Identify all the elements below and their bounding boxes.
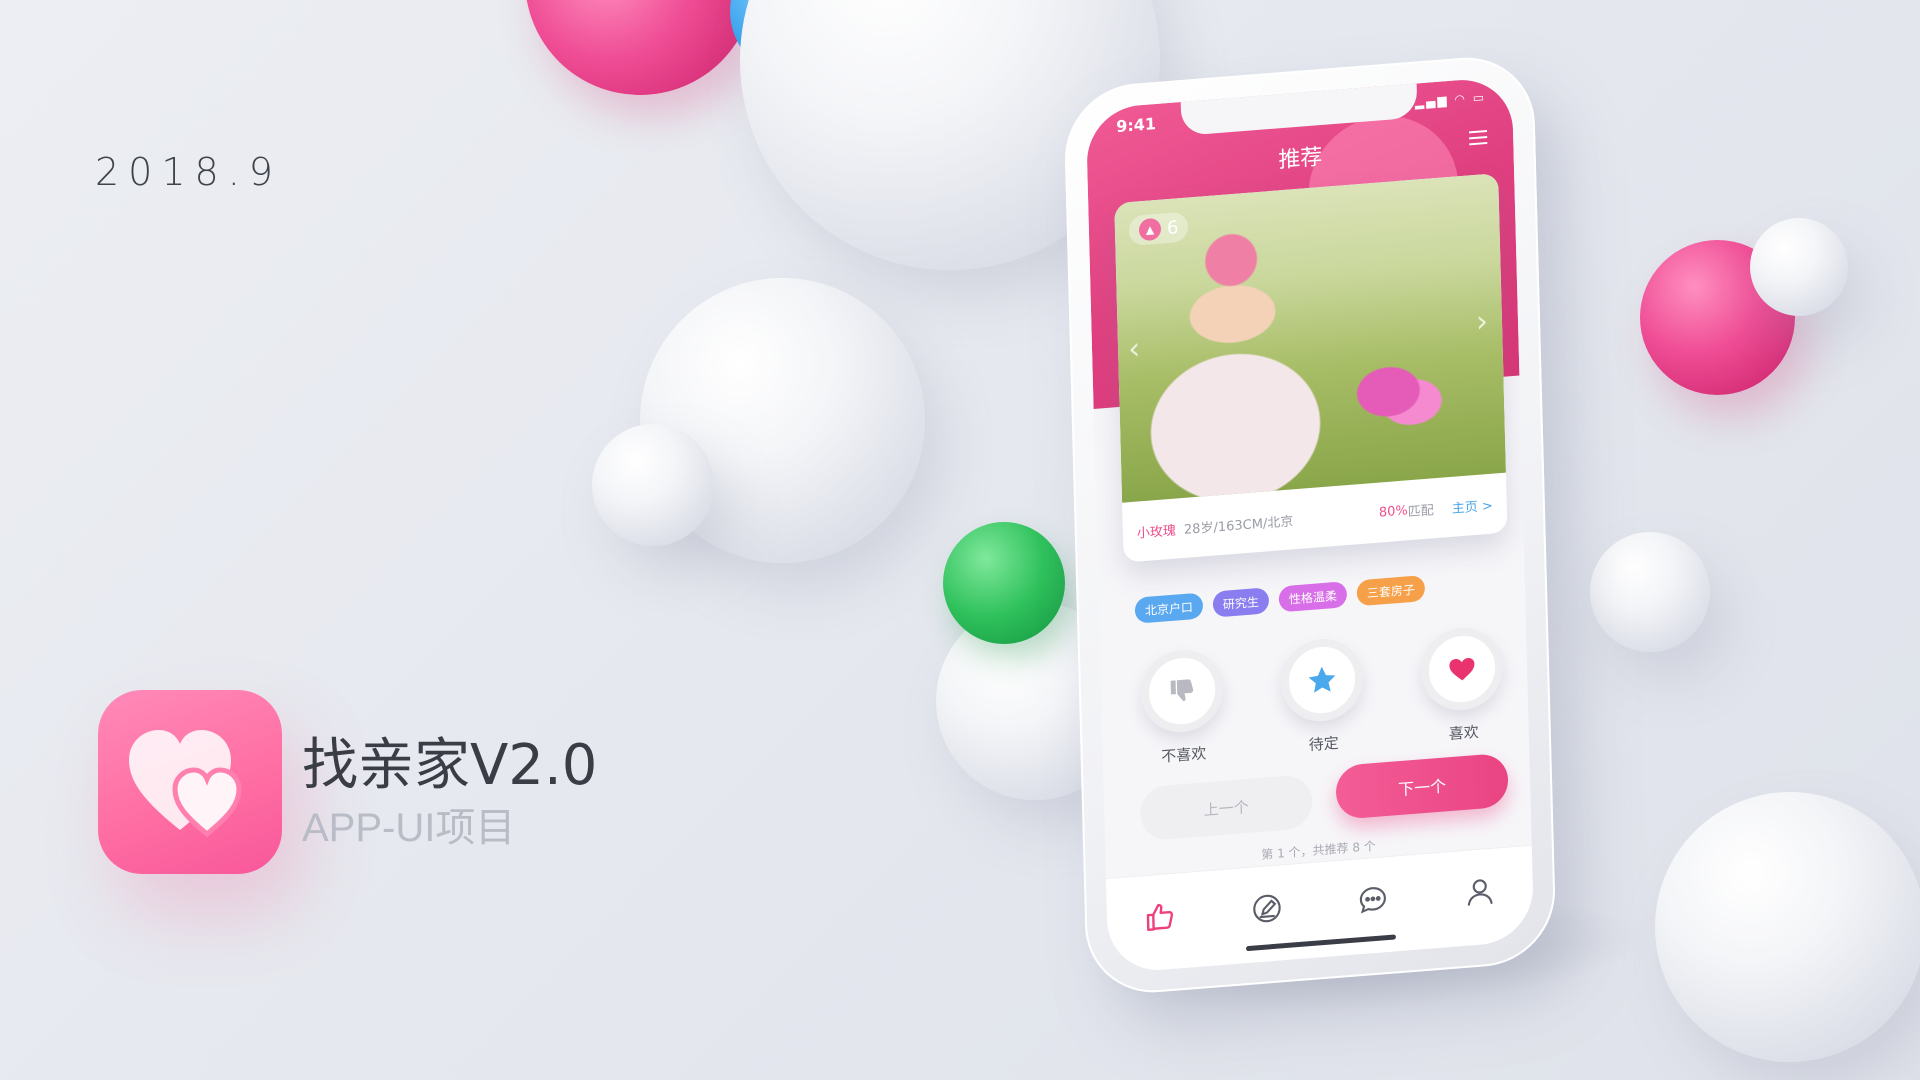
app-title: 找亲家V2.0 [302,733,598,798]
dislike-button[interactable] [1140,646,1225,736]
image-icon: ▲ [1138,217,1162,242]
decor-sphere-white-small [592,424,714,546]
project-date: 2018.9 [95,150,282,194]
next-button[interactable]: 下一个 [1335,752,1509,820]
tag-list: 北京户口 研究生 性格温柔 三套房子 [1134,568,1516,624]
tag-item: 研究生 [1212,587,1270,618]
like-action[interactable]: 喜欢 [1416,624,1509,747]
match-percent: 80% [1378,502,1408,521]
tab-messages[interactable] [1353,879,1394,922]
tab-recommend[interactable] [1140,895,1181,938]
battery-icon: ▭ [1472,90,1487,106]
pending-label: 待定 [1308,733,1339,755]
match-label: 匹配 [1407,502,1434,520]
wifi-icon: ◠ [1454,91,1468,107]
tag-item: 三套房子 [1356,575,1426,607]
action-row: 不喜欢 待定 喜欢 [1136,624,1509,769]
decor-sphere-white-right-mid [1590,532,1710,652]
edit-icon [1252,894,1281,923]
chevron-left-icon[interactable]: ‹ [1128,331,1141,367]
dislike-action[interactable]: 不喜欢 [1136,646,1229,769]
prev-button[interactable]: 上一个 [1139,773,1313,842]
thumbs-down-icon [1170,679,1194,702]
app-subtitle: APP-UI项目 [302,806,516,850]
menu-icon[interactable] [1468,129,1488,146]
decor-sphere-white-right-small [1750,218,1848,316]
tag-item: 北京户口 [1134,592,1204,624]
photo-count: 6 [1166,216,1179,239]
tab-profile[interactable] [1459,870,1500,913]
heart-icon [1449,658,1475,681]
dislike-label: 不喜欢 [1161,744,1207,766]
decor-sphere-green [943,522,1065,644]
pending-button[interactable] [1280,635,1365,725]
phone-mockup: 9:41 ▂▄▆ ◠ ▭ 推荐 ▲ 6 ‹ › 小玫瑰 28岁/163CM/北京… [1063,52,1557,998]
decor-sphere-white-corner [1655,792,1920,1062]
profile-name: 小玫瑰 [1136,523,1177,542]
home-indicator [1245,934,1396,952]
double-heart-icon [129,730,242,838]
pending-action[interactable]: 待定 [1276,635,1369,758]
like-button[interactable] [1419,624,1505,714]
profile-icon [1467,879,1493,906]
profile-home-link[interactable]: 主页 > [1451,494,1493,516]
chevron-right-icon[interactable]: › [1476,304,1489,340]
like-label: 喜欢 [1448,722,1479,744]
profile-details: 28岁/163CM/北京 [1183,513,1294,538]
thumbs-up-icon [1146,903,1174,932]
tab-edit[interactable] [1246,887,1287,930]
phone-screen: 9:41 ▂▄▆ ◠ ▭ 推荐 ▲ 6 ‹ › 小玫瑰 28岁/163CM/北京… [1085,76,1535,974]
signal-icon: ▂▄▆ [1414,92,1449,110]
app-icon [98,690,282,874]
decor-sphere-pink-top [525,0,755,95]
star-icon [1308,666,1336,693]
tag-item: 性格温柔 [1278,581,1348,613]
profile-card[interactable]: ▲ 6 ‹ › 小玫瑰 28岁/163CM/北京 80% 匹配 主页 > [1114,173,1508,563]
status-time: 9:41 [1115,113,1157,137]
chat-icon [1360,887,1387,914]
